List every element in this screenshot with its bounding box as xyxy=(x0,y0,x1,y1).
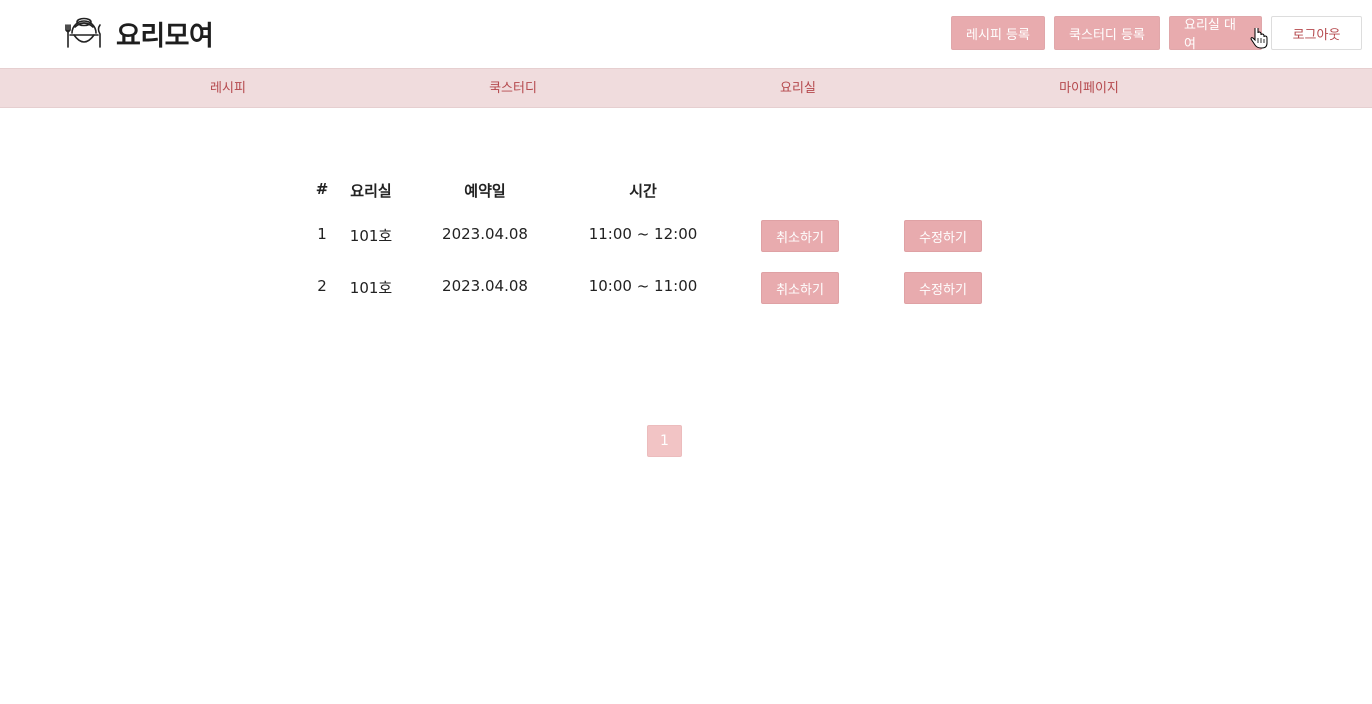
header: 요리모여 레시피 등록 쿡스터디 등록 요리실 대여 로그아웃 xyxy=(0,0,1372,68)
edit-reservation-button[interactable]: 수정하기 xyxy=(904,272,982,304)
column-header-date: 예약일 xyxy=(464,182,506,200)
nav-item-recipe[interactable]: 레시피 xyxy=(210,69,246,109)
logout-button[interactable]: 로그아웃 xyxy=(1271,16,1362,50)
column-header-time: 시간 xyxy=(629,182,657,200)
chef-dish-icon xyxy=(65,17,101,48)
table-cell-number: 1 xyxy=(317,225,327,243)
hand-cursor-icon xyxy=(1250,28,1268,49)
edit-reservation-button[interactable]: 수정하기 xyxy=(904,220,982,252)
table-cell-time: 11:00 ~ 12:00 xyxy=(588,225,698,243)
table-cell-room: 101호 xyxy=(349,279,393,297)
register-recipe-button[interactable]: 레시피 등록 xyxy=(951,16,1045,50)
table-cell-room: 101호 xyxy=(349,227,393,245)
table-cell-number: 2 xyxy=(317,277,327,295)
nav-item-cookstudy[interactable]: 쿡스터디 xyxy=(489,69,537,109)
cancel-reservation-button[interactable]: 취소하기 xyxy=(761,272,839,304)
cancel-reservation-button[interactable]: 취소하기 xyxy=(761,220,839,252)
nav-item-mypage[interactable]: 마이페이지 xyxy=(1059,69,1119,109)
table-cell-time: 10:00 ~ 11:00 xyxy=(588,277,698,295)
logo-text: 요리모여 xyxy=(116,20,214,52)
register-cookstudy-button[interactable]: 쿡스터디 등록 xyxy=(1054,16,1160,50)
nav-item-kitchen[interactable]: 요리실 xyxy=(780,69,816,109)
table-cell-date: 2023.04.08 xyxy=(442,225,528,243)
column-header-room: 요리실 xyxy=(350,182,392,200)
logo[interactable]: 요리모여 xyxy=(64,12,214,54)
pagination-page-button[interactable]: 1 xyxy=(647,425,682,457)
rent-kitchen-button[interactable]: 요리실 대여 xyxy=(1169,16,1262,52)
column-header-number: # xyxy=(315,180,329,198)
table-cell-date: 2023.04.08 xyxy=(442,277,528,295)
main-nav: 레시피 쿡스터디 요리실 마이페이지 xyxy=(0,68,1372,108)
header-actions: 레시피 등록 쿡스터디 등록 요리실 대여 로그아웃 xyxy=(951,16,1362,52)
